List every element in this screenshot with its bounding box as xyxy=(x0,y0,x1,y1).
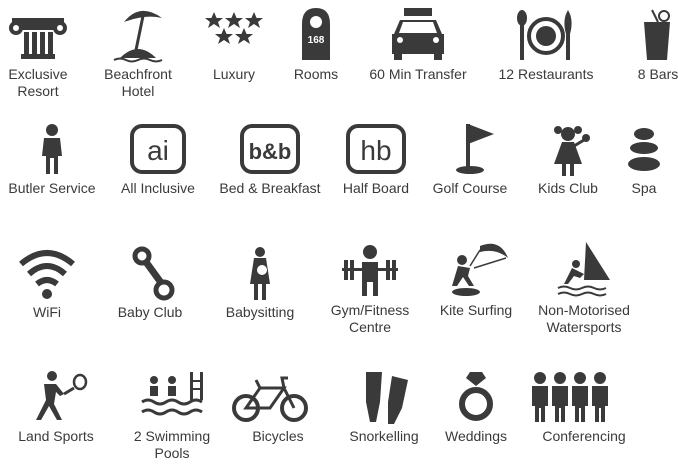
feature-wifi: WiFi xyxy=(0,246,97,321)
butler-icon xyxy=(42,124,62,174)
stars-icon xyxy=(205,12,263,44)
feature-label: Babysitting xyxy=(225,304,295,320)
feature-label: Half Board xyxy=(342,180,410,196)
tennis-player-icon xyxy=(36,371,88,420)
babysitter-icon xyxy=(250,247,270,300)
feature-gym: Gym/Fitness Centre xyxy=(320,244,420,336)
kite-surfer-icon xyxy=(452,243,508,296)
feature-label: Rooms xyxy=(293,66,339,82)
feature-rooms: 168 Rooms xyxy=(266,8,366,83)
feature-label: Land Sports xyxy=(18,428,94,444)
feature-label: Bicycles xyxy=(252,428,304,444)
greek-column-icon xyxy=(9,18,67,59)
feature-babysitting: Babysitting xyxy=(210,246,310,321)
feature-exclusive-resort: Exclusive Resort xyxy=(0,8,88,100)
drink-glass-icon xyxy=(644,9,670,60)
all-inclusive-badge: ai xyxy=(147,135,169,166)
all-inclusive-icon: ai xyxy=(130,124,186,174)
windsurfer-icon xyxy=(557,242,610,297)
feature-watersports: Non-Motorised Watersports xyxy=(534,240,634,336)
feature-snorkelling: Snorkelling xyxy=(334,370,434,445)
feature-transfer: 60 Min Transfer xyxy=(368,8,468,83)
feature-swimming-pools: 2 Swimming Pools xyxy=(122,370,222,462)
diamond-ring-icon xyxy=(459,372,493,421)
feature-golf-course: Golf Course xyxy=(420,122,520,197)
flippers-icon xyxy=(366,372,408,424)
feature-label: Weddings xyxy=(444,428,507,444)
feature-label: Golf Course xyxy=(432,180,508,196)
feature-half-board: hb Half Board xyxy=(326,122,426,197)
feature-land-sports: Land Sports xyxy=(6,370,106,445)
feature-baby-club: Baby Club xyxy=(100,246,200,321)
feature-label: Bed & Breakfast xyxy=(219,180,321,196)
feature-weddings: Weddings xyxy=(426,370,526,445)
feature-label: Conferencing xyxy=(542,428,626,444)
door-hanger-icon: 168 xyxy=(302,8,330,60)
feature-label: Kite Surfing xyxy=(439,302,513,318)
feature-butler-service: Butler Service xyxy=(2,122,102,197)
baby-rattle-icon xyxy=(132,246,175,301)
feature-beachfront-hotel: Beachfront Hotel xyxy=(88,4,188,100)
feature-label: Baby Club xyxy=(117,304,183,320)
feature-label: 8 Bars xyxy=(637,66,678,82)
feature-label: Beachfront Hotel xyxy=(104,66,172,99)
room-count-badge: 168 xyxy=(308,35,325,46)
feature-label: Exclusive Resort xyxy=(8,66,68,99)
conference-people-icon xyxy=(532,372,608,422)
swimming-pool-icon xyxy=(141,372,203,416)
feature-bed-breakfast: b&b Bed & Breakfast xyxy=(219,122,321,197)
golf-flag-icon xyxy=(456,124,494,174)
taxi-icon xyxy=(392,8,444,60)
beach-umbrella-icon xyxy=(113,10,163,63)
plate-cutlery-icon xyxy=(517,10,572,60)
feature-bars: 8 Bars xyxy=(608,8,678,83)
feature-label: Gym/Fitness Centre xyxy=(330,302,410,335)
bed-breakfast-icon: b&b xyxy=(240,124,300,174)
kids-club-icon xyxy=(554,126,590,176)
feature-label: 60 Min Transfer xyxy=(369,66,467,82)
feature-label: WiFi xyxy=(33,304,61,320)
feature-label: 2 Swimming Pools xyxy=(133,428,211,461)
feature-kite-surfing: Kite Surfing xyxy=(426,240,526,319)
feature-label: Non-Motorised Watersports xyxy=(538,302,630,335)
feature-label: Snorkelling xyxy=(349,428,419,444)
feature-label: All Inclusive xyxy=(121,180,195,196)
spa-stones-icon xyxy=(628,128,660,171)
feature-bicycles: Bicycles xyxy=(228,370,328,445)
feature-restaurants: 12 Restaurants xyxy=(496,8,596,83)
wifi-icon xyxy=(19,250,75,299)
weightlifter-icon xyxy=(342,245,398,296)
feature-spa: Spa xyxy=(594,122,678,197)
bicycle-icon xyxy=(232,376,308,422)
half-board-badge: hb xyxy=(360,135,391,166)
feature-conferencing: Conferencing xyxy=(532,370,634,445)
feature-label: 12 Restaurants xyxy=(498,66,594,82)
feature-label: Spa xyxy=(631,180,657,196)
bed-breakfast-badge: b&b xyxy=(249,139,292,164)
half-board-icon: hb xyxy=(346,124,406,174)
feature-label: Butler Service xyxy=(8,180,96,196)
feature-all-inclusive: ai All Inclusive xyxy=(108,122,208,197)
